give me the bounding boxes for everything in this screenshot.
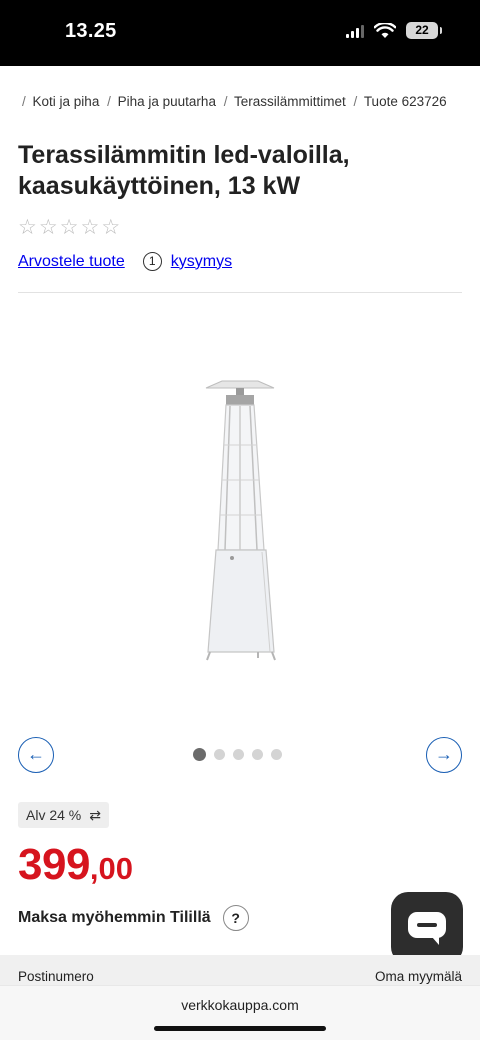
status-time: 13.25	[65, 20, 117, 42]
price-integer: 399	[18, 840, 90, 889]
vat-toggle[interactable]: Alv 24 % ⇄	[18, 802, 109, 828]
cellular-signal-icon	[346, 24, 364, 38]
divider	[18, 292, 462, 293]
star-empty-icon: ☆	[101, 216, 121, 239]
product-image[interactable]	[180, 370, 300, 670]
breadcrumb-separator: /	[223, 94, 228, 109]
star-empty-icon: ☆	[59, 216, 79, 239]
chat-bubble-icon	[408, 912, 446, 945]
product-title: Terassilämmitin led-valoilla, kaasukäytt…	[18, 141, 350, 200]
gallery-dot[interactable]	[252, 749, 263, 760]
product-price: 399,00	[18, 840, 133, 890]
browser-url-bar: verkkokauppa.com	[0, 985, 480, 1040]
wifi-icon	[374, 22, 396, 38]
gallery-dot[interactable]	[233, 749, 244, 760]
help-button[interactable]: ?	[222, 905, 249, 931]
delivery-strip: Postinumero Oma myymälä	[0, 955, 480, 985]
star-empty-icon: ☆	[38, 216, 58, 239]
gallery-dot[interactable]	[193, 748, 206, 761]
arrow-left-icon: ←	[27, 744, 45, 764]
questions-link[interactable]: kysymys	[171, 253, 232, 271]
vat-label: Alv 24 %	[26, 807, 82, 823]
breadcrumb-link-koti-ja-piha[interactable]: Koti ja piha	[33, 94, 100, 109]
status-icons: 22	[346, 22, 442, 39]
breadcrumb-link-piha-ja-puutarha[interactable]: Piha ja puutarha	[118, 94, 216, 109]
star-empty-icon: ☆	[18, 216, 37, 239]
star-empty-icon: ☆	[80, 216, 100, 239]
gallery-dot[interactable]	[271, 749, 282, 760]
battery-icon: 22	[406, 22, 442, 39]
rating-stars[interactable]: ☆ ☆ ☆ ☆ ☆	[18, 215, 120, 240]
breadcrumb-current: Tuote 623726	[363, 94, 447, 109]
chat-button[interactable]	[391, 892, 463, 964]
gallery-next-button[interactable]: →	[426, 737, 462, 773]
breadcrumb-link-terassilammittimet[interactable]: Terassilämmittimet	[234, 94, 346, 109]
arrow-right-icon: →	[435, 744, 453, 764]
postal-code-label[interactable]: Postinumero	[18, 969, 94, 984]
swap-arrows-icon: ⇄	[89, 806, 101, 823]
question-count-badge: 1	[142, 252, 162, 271]
status-bar: 13.25 22	[0, 0, 480, 66]
pay-later-label: Maksa myöhemmin Tilillä	[18, 909, 211, 926]
home-indicator	[154, 1026, 326, 1031]
url-text[interactable]: verkkokauppa.com	[0, 997, 480, 1013]
own-store-label[interactable]: Oma myymälä	[375, 969, 462, 984]
price-decimals: ,00	[89, 851, 134, 886]
gallery-prev-button[interactable]: ←	[18, 737, 54, 773]
breadcrumb: / Koti ja piha / Piha ja puutarha / Tera…	[22, 94, 447, 109]
gallery-pagination	[193, 748, 282, 761]
review-product-link[interactable]: Arvostele tuote	[18, 253, 125, 271]
breadcrumb-separator: /	[22, 94, 26, 109]
gallery-dot[interactable]	[214, 749, 225, 760]
review-row: Arvostele tuote 1 kysymys	[18, 252, 232, 271]
breadcrumb-separator: /	[353, 94, 358, 109]
pay-later-row: Maksa myöhemmin Tilillä ?	[18, 905, 249, 931]
breadcrumb-separator: /	[107, 94, 111, 109]
